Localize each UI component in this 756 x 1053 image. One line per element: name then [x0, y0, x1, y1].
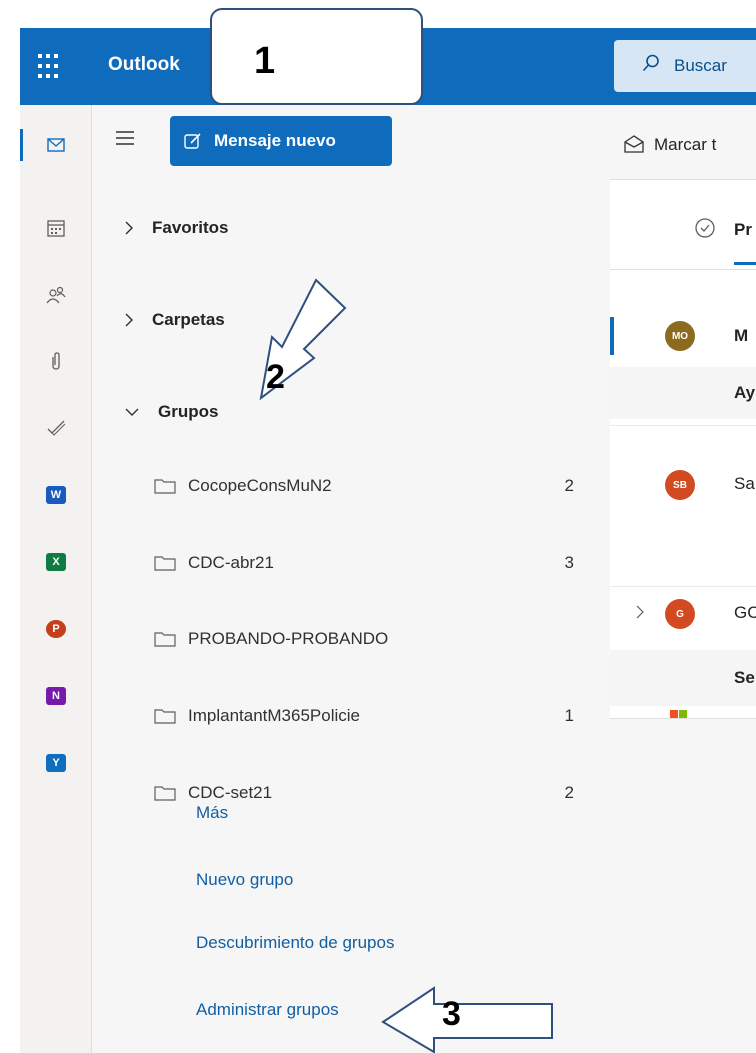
group-item[interactable]: CocopeConsMuN2 2 [154, 471, 574, 501]
new-message-button[interactable]: Mensaje nuevo [170, 116, 392, 166]
group-item[interactable]: CDC-abr21 3 [154, 548, 574, 578]
command-bar: Marcar t [610, 105, 756, 180]
search-placeholder: Buscar [674, 56, 727, 75]
pivot-underline [734, 262, 756, 265]
unread-count: 3 [564, 553, 574, 572]
folder-icon [154, 632, 176, 647]
search-icon [642, 54, 659, 72]
folder-icon [154, 786, 176, 801]
message-row[interactable]: SB Sa [610, 425, 756, 545]
message-subject: Ay [734, 383, 756, 402]
message-sender: Sa [734, 474, 755, 493]
folder-icon [154, 556, 176, 571]
annotation-number-2: 2 [266, 358, 285, 396]
app-launcher-icon[interactable] [38, 54, 64, 80]
chevron-down-icon [125, 408, 139, 416]
group-name: ImplantantM365Policie [188, 706, 360, 725]
app-title[interactable]: Outlook [108, 54, 180, 76]
more-link[interactable]: Más [196, 803, 228, 823]
folders-section[interactable]: Carpetas [124, 310, 225, 330]
check-circle-icon [695, 218, 715, 238]
new-message-label: Mensaje nuevo [214, 131, 336, 150]
groups-section[interactable]: Grupos [124, 402, 218, 422]
discover-groups-link[interactable]: Descubrimiento de grupos [196, 933, 394, 953]
chevron-right-icon [125, 221, 133, 235]
list-footer-area [610, 718, 756, 1053]
expand-chevron-icon[interactable] [636, 605, 644, 619]
search-box[interactable]: Buscar [614, 40, 756, 92]
powerpoint-icon[interactable]: P [20, 609, 92, 649]
yammer-icon[interactable]: Y [20, 743, 92, 783]
folders-label: Carpetas [152, 310, 225, 329]
hamburger-menu-icon[interactable] [114, 129, 136, 147]
todo-icon[interactable] [20, 408, 92, 448]
message-subject: Se [734, 668, 755, 687]
mark-read-icon [624, 135, 644, 153]
avatar: G [665, 599, 695, 629]
annotation-callout-1: 1 [210, 8, 423, 105]
chevron-right-icon [125, 313, 133, 327]
group-name: CocopeConsMuN2 [188, 476, 332, 495]
message-sender: M [734, 326, 749, 345]
attachment-icon[interactable] [20, 341, 92, 381]
new-group-link[interactable]: Nuevo grupo [196, 870, 293, 890]
message-row[interactable]: G GC [610, 586, 756, 638]
message-row[interactable]: MO M [610, 317, 756, 367]
avatar: SB [665, 470, 695, 500]
message-row[interactable]: Ay [610, 367, 756, 419]
excel-icon[interactable]: X [20, 542, 92, 582]
calendar-icon[interactable] [20, 208, 92, 248]
avatar: MO [665, 321, 695, 351]
compose-icon [184, 133, 201, 149]
mail-icon[interactable] [20, 125, 92, 165]
unread-count: 1 [564, 706, 574, 725]
group-name: PROBANDO-PROBANDO [188, 629, 389, 648]
message-row[interactable] [610, 706, 756, 718]
microsoft-logo-icon [670, 710, 678, 718]
folder-icon [154, 709, 176, 724]
favorites-label: Favoritos [152, 218, 229, 237]
favorites-section[interactable]: Favoritos [124, 218, 229, 238]
group-name: CDC-abr21 [188, 553, 274, 572]
mark-all-read-button[interactable]: Marcar t [654, 135, 716, 155]
message-list: Marcar t Pr De MO M Ay SB Sa G GC Se [610, 105, 756, 1053]
group-name: CDC-set21 [188, 783, 273, 802]
unread-count: 2 [564, 783, 574, 802]
people-icon[interactable] [20, 275, 92, 315]
pivot-label: Pr [734, 220, 752, 239]
onenote-icon[interactable]: N [20, 676, 92, 716]
folder-icon [154, 479, 176, 494]
annotation-number-3: 3 [442, 995, 461, 1033]
annotation-arrow-3 [381, 986, 553, 1053]
manage-groups-link[interactable]: Administrar grupos [196, 1000, 339, 1020]
message-sender: GC [734, 603, 756, 622]
focused-pivot[interactable]: Pr [610, 200, 756, 270]
word-icon[interactable]: W [20, 475, 92, 515]
folder-pane: Mensaje nuevo Favoritos Carpetas Grupos … [92, 105, 610, 1053]
group-item[interactable]: PROBANDO-PROBANDO [154, 624, 574, 654]
unread-count: 2 [564, 476, 574, 495]
app-rail: W X P N Y [20, 105, 92, 1053]
group-item[interactable]: ImplantantM365Policie 1 [154, 701, 574, 731]
annotation-number-1: 1 [254, 40, 276, 82]
groups-label: Grupos [158, 402, 219, 421]
message-row[interactable]: Se [610, 650, 756, 706]
